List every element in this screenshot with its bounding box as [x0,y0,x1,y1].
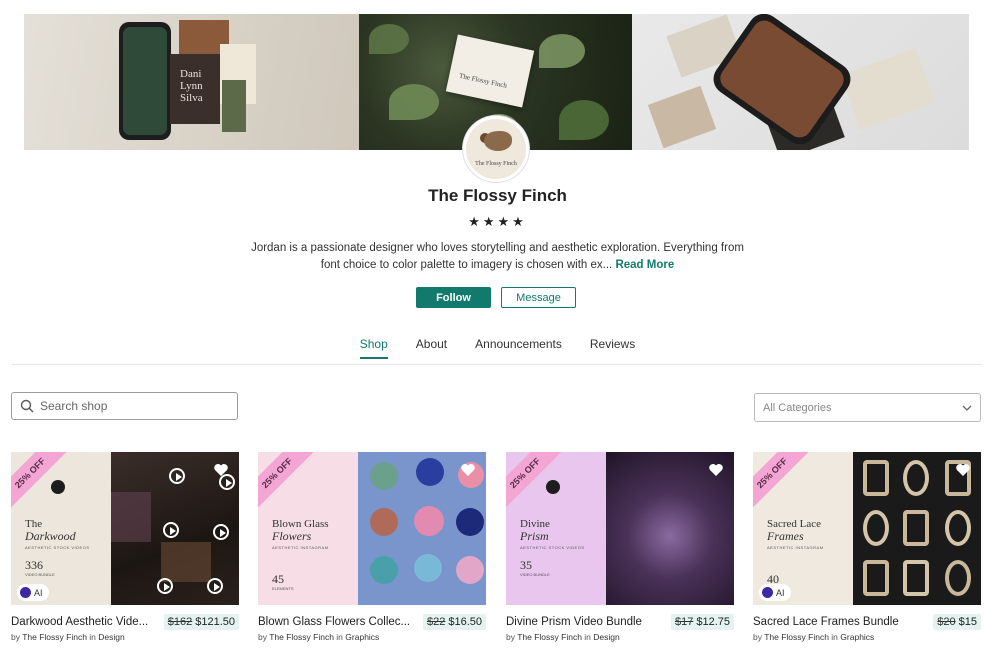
shop-logo-icon [51,480,65,494]
product-price: $22 $16.50 [422,614,486,630]
follow-button[interactable]: Follow [416,287,491,308]
product-card[interactable]: Blown Glass Flowers AESTHETIC INSTAGRAM 4… [258,452,486,642]
avatar-text: The Flossy Finch [475,161,517,167]
shop-bio: Jordan is a passionate designer who love… [250,240,745,274]
product-price: $20 $15 [933,614,981,630]
heart-icon[interactable] [708,462,724,478]
shop-link[interactable]: The Flossy Finch [764,632,829,642]
banner-card-text: Dani Lynn Silva [180,68,203,104]
product-thumbnail[interactable]: Sacred Lace Frames AESTHETIC INSTAGRAM 40… [753,452,981,605]
shop-avatar: The Flossy Finch [463,116,529,182]
search-icon [20,399,34,413]
product-byline: by The Flossy Finch in Design [506,632,620,642]
chevron-down-icon [962,405,972,411]
tab-shop[interactable]: Shop [346,337,402,359]
product-byline: by The Flossy Finch in Graphics [258,632,380,642]
product-byline: by The Flossy Finch in Graphics [753,632,875,642]
product-title[interactable]: Sacred Lace Frames Bundle [753,616,899,628]
shop-link[interactable]: The Flossy Finch [22,632,87,642]
product-title[interactable]: Darkwood Aesthetic Vide... [11,616,148,628]
banner-postcard-text: The Flossy Finch [458,71,508,90]
category-select[interactable]: All Categories [754,393,981,422]
play-icon [213,524,229,540]
product-price: $17 $12.75 [670,614,734,630]
ai-badge: AI [17,584,49,601]
search-box[interactable] [11,392,238,420]
banner-image-mockup-phone: Dani Lynn Silva [24,14,359,150]
heart-icon[interactable] [955,462,971,478]
tab-reviews[interactable]: Reviews [576,337,649,359]
category-link[interactable]: Graphics [840,632,874,642]
tab-announcements[interactable]: Announcements [461,337,576,359]
tabs-divider [12,364,982,365]
product-card[interactable]: Divine Prism AESTHETIC STOCK VIDEOS 35 VI… [506,452,734,642]
product-card[interactable]: The Darkwood AESTHETIC STOCK VIDEOS 336 V… [11,452,239,642]
product-byline: by The Flossy Finch in Design [11,632,125,642]
rating-stars: ★★★★ [468,214,527,229]
product-card[interactable]: Sacred Lace Frames AESTHETIC INSTAGRAM 40… [753,452,981,642]
banner-image-phone-cards [632,14,969,150]
heart-icon[interactable] [213,462,229,478]
product-thumbnail[interactable]: Blown Glass Flowers AESTHETIC INSTAGRAM 4… [258,452,486,605]
product-title[interactable]: Blown Glass Flowers Collec... [258,616,410,628]
shop-logo-icon [546,480,560,494]
shop-link[interactable]: The Flossy Finch [269,632,334,642]
ai-badge: AI [759,584,791,601]
read-more-link[interactable]: Read More [615,259,674,271]
category-link[interactable]: Design [98,632,124,642]
play-icon [169,468,185,484]
ai-icon [20,587,31,598]
category-select-value: All Categories [763,401,832,414]
heart-icon[interactable] [460,462,476,478]
shop-link[interactable]: The Flossy Finch [517,632,582,642]
search-input[interactable] [40,399,230,413]
product-thumbnail[interactable]: Divine Prism AESTHETIC STOCK VIDEOS 35 VI… [506,452,734,605]
play-icon [157,578,173,594]
play-icon [207,578,223,594]
category-link[interactable]: Graphics [345,632,379,642]
shop-title: The Flossy Finch [428,186,567,205]
product-price: $162 $121.50 [163,614,239,630]
play-icon [163,522,179,538]
ai-icon [762,587,773,598]
shop-tabs: Shop About Announcements Reviews [0,337,995,359]
tab-about[interactable]: About [402,337,461,359]
product-title[interactable]: Divine Prism Video Bundle [506,616,642,628]
category-link[interactable]: Design [593,632,619,642]
product-thumbnail[interactable]: The Darkwood AESTHETIC STOCK VIDEOS 336 V… [11,452,239,605]
message-button[interactable]: Message [501,287,576,308]
